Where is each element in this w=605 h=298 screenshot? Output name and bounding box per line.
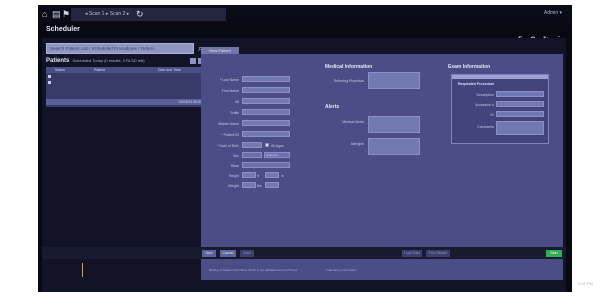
panel-title-bar bbox=[452, 75, 548, 79]
height-ft-field[interactable] bbox=[242, 172, 256, 178]
sex-select[interactable] bbox=[242, 152, 262, 158]
first-name-field[interactable] bbox=[242, 87, 290, 93]
id-label: ID bbox=[490, 113, 495, 117]
requested-procedure-panel: Requested Procedure Description Accessio… bbox=[451, 74, 549, 144]
breadcrumb[interactable]: ◂ Scan 1 ▸ Scan 2 ▸ bbox=[71, 8, 226, 21]
load-data-button[interactable]: Load Data bbox=[402, 250, 422, 257]
weight-unit: lbs bbox=[257, 184, 262, 188]
allergies-label: Allergies bbox=[350, 142, 364, 146]
middle-name-label: Middle Name bbox=[218, 122, 239, 126]
weight-label: Weight bbox=[228, 184, 239, 188]
tab-new-patient[interactable]: New Patient bbox=[201, 47, 239, 54]
accession-field[interactable] bbox=[496, 101, 544, 107]
last-name-field[interactable] bbox=[242, 76, 290, 82]
system-tray: 2:07 PM bbox=[578, 281, 593, 286]
comments-field[interactable] bbox=[496, 121, 544, 135]
page-title: Scheduler bbox=[46, 26, 80, 33]
worklist-icon[interactable]: ⚑ bbox=[62, 9, 70, 19]
race-select[interactable] bbox=[242, 162, 290, 168]
alerts-heading: Alerts bbox=[325, 104, 340, 110]
height-label: Height bbox=[228, 174, 239, 178]
mandatory-footnote: * Mandatory information bbox=[325, 268, 357, 272]
suffix-label: Suffix bbox=[230, 111, 239, 115]
home-icon[interactable]: ⌂ bbox=[42, 9, 47, 19]
selected-list-item[interactable]: 01/01/01 00:00 bbox=[46, 99, 206, 105]
validation-footnote: Bolding indicates information which is n… bbox=[209, 268, 297, 272]
medical-alerts-label: Medical Alerts bbox=[342, 120, 364, 124]
start-button[interactable]: Start bbox=[546, 250, 562, 257]
race-label: Race bbox=[230, 164, 239, 168]
height-in-field[interactable] bbox=[265, 172, 279, 178]
allergies-field[interactable] bbox=[368, 138, 420, 155]
screen-glare bbox=[82, 263, 83, 277]
sex-value-select[interactable]: Unknown bbox=[264, 152, 290, 158]
patient-id-field[interactable] bbox=[242, 131, 290, 137]
height-ft-unit: ft bbox=[257, 174, 259, 178]
user-menu[interactable]: Admin ▾ bbox=[544, 10, 562, 16]
requested-procedure-title: Requested Procedure bbox=[458, 82, 495, 86]
patients-icon[interactable]: ▤ bbox=[52, 9, 61, 19]
dob-field[interactable] bbox=[242, 142, 262, 148]
suffix-field[interactable] bbox=[242, 109, 290, 115]
top-bar: ⌂ ▤ ⚑ ◂ Scan 1 ▸ Scan 2 ▸ ↻ Admin ▾ bbox=[38, 5, 572, 23]
referring-physician-label: Referring Physician bbox=[333, 79, 364, 83]
monitor-screen: ⌂ ▤ ⚑ ◂ Scan 1 ▸ Scan 2 ▸ ↻ Admin ▾ Sche… bbox=[38, 5, 572, 292]
filter-icon[interactable] bbox=[190, 58, 196, 64]
action-bar: New Cancel Save Load Data Print Sticker … bbox=[42, 247, 566, 259]
exam-info-heading: Exam Information bbox=[448, 64, 491, 70]
middle-name-field[interactable] bbox=[242, 120, 290, 126]
list-item[interactable] bbox=[46, 73, 206, 93]
all-ages-label: All Ages bbox=[271, 144, 284, 148]
patient-id-label: * Patient ID bbox=[221, 133, 239, 137]
id-field[interactable] bbox=[496, 111, 544, 117]
new-button[interactable]: New bbox=[202, 250, 216, 257]
referring-physician-field[interactable] bbox=[368, 72, 420, 89]
description-field[interactable] bbox=[496, 91, 544, 97]
comments-label: Comments bbox=[477, 125, 494, 129]
height-in-unit: in bbox=[281, 174, 284, 178]
medical-alerts-field[interactable] bbox=[368, 116, 420, 133]
weight-field[interactable] bbox=[242, 182, 256, 188]
first-name-label: First Name bbox=[221, 89, 239, 93]
patients-subheading: Scheduled Today (0 results, 0 RLSD left) bbox=[72, 58, 145, 63]
print-sticker-button[interactable]: Print Sticker bbox=[426, 250, 450, 257]
all-ages-checkbox[interactable] bbox=[265, 143, 269, 147]
patient-list: Status Patient Date and Time 01/01/01 00… bbox=[46, 67, 206, 107]
description-label: Description bbox=[476, 93, 494, 97]
medical-info-heading: Medical Information bbox=[325, 64, 373, 70]
weight-extra-field[interactable] bbox=[265, 182, 279, 188]
search-input[interactable]: Search Patient List / Scheduled Procedur… bbox=[46, 43, 194, 54]
cancel-button[interactable]: Cancel bbox=[220, 250, 236, 257]
mi-label: MI bbox=[235, 100, 239, 104]
status-indicator bbox=[48, 81, 51, 84]
accession-label: Accession # bbox=[475, 103, 494, 107]
dob-label: * Date of Birth bbox=[217, 144, 239, 148]
last-name-label: * Last Name bbox=[219, 78, 239, 82]
status-indicator bbox=[48, 75, 51, 78]
refresh-icon[interactable]: ↻ bbox=[136, 9, 144, 19]
save-button[interactable]: Save bbox=[240, 250, 254, 257]
mi-field[interactable] bbox=[242, 98, 290, 104]
sex-label: Sex bbox=[232, 154, 239, 158]
patients-heading: Patients Scheduled Today (0 results, 0 RL… bbox=[46, 58, 145, 64]
